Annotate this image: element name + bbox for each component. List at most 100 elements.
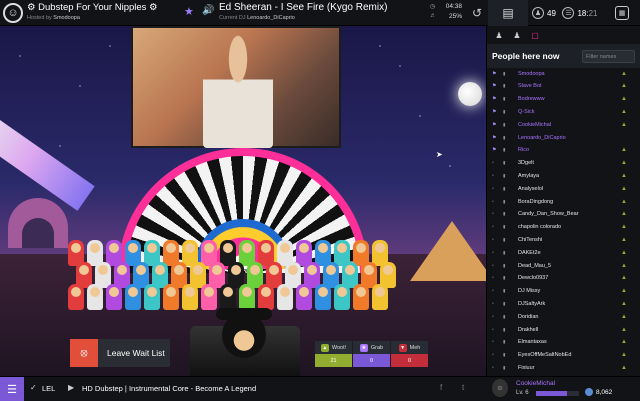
woot-count: 21 — [315, 354, 352, 367]
points-icon — [585, 388, 593, 396]
user-row[interactable]: ⚑ ▮ Bodrewww ▲ — [487, 94, 640, 105]
woot-indicator-icon: ▲ — [621, 172, 627, 179]
audience-avatar[interactable] — [353, 284, 369, 310]
audience-avatar[interactable] — [277, 284, 293, 310]
staff-rank-icon: ⚑ — [492, 147, 497, 154]
volume-level[interactable]: 25% — [440, 13, 462, 23]
room-info[interactable]: ⚙ Dubstep For Your Nipples ⚙ Hosted by S… — [27, 0, 177, 26]
user-row[interactable]: • ▮ DJ Missy ▲ — [487, 286, 640, 297]
user-row[interactable]: ⚑ ▮ Smodoopa ▲ — [487, 68, 640, 79]
user-row[interactable]: • ▮ BoraDingdong ▲ — [487, 196, 640, 207]
playlist-menu-icon: ☰ — [7, 383, 17, 396]
audience-avatar[interactable] — [68, 284, 84, 310]
user-name: Analyselol — [518, 185, 544, 192]
settings-icon: ▦ — [615, 6, 629, 20]
woot-indicator-icon: ▲ — [621, 364, 627, 371]
playlist-name[interactable]: LEL — [42, 384, 55, 393]
filter-names-input[interactable] — [582, 50, 635, 63]
user-row[interactable]: • ▮ ChiTenshi ▲ — [487, 234, 640, 245]
waitlist-tab[interactable]: ☰ 18:21 — [560, 0, 600, 26]
audience-avatar[interactable] — [372, 284, 388, 310]
user-rank-icon: • — [492, 326, 494, 333]
audience-avatar[interactable] — [106, 284, 122, 310]
dj-avatar[interactable] — [222, 312, 266, 358]
audience-avatar[interactable] — [315, 284, 331, 310]
woot-indicator-icon: ▲ — [621, 326, 627, 333]
my-username[interactable]: CookieMichal — [516, 380, 555, 387]
user-row[interactable]: • ▮ 3Dgelt ▲ — [487, 158, 640, 169]
host-name[interactable]: Smodoopa — [53, 15, 80, 21]
user-name: Dewclo0937 — [518, 275, 549, 282]
chat-icon: ▤ — [502, 6, 514, 20]
staff-rank-icon: ⚑ — [492, 108, 497, 115]
audience-avatar[interactable] — [334, 284, 350, 310]
current-dj-name[interactable]: Lenoardo_DiCaprio — [247, 15, 295, 21]
audience-avatar[interactable] — [296, 284, 312, 310]
meh-button[interactable]: ▼ Meh 0 — [391, 341, 428, 367]
people-header: People here now — [487, 44, 640, 68]
woot-indicator-icon: ▲ — [621, 211, 627, 218]
level-badge-icon: ▮ — [503, 211, 506, 217]
twitter-icon[interactable]: t — [462, 383, 464, 392]
meh-label: Meh — [409, 344, 421, 351]
user-row[interactable]: • ▮ Amylaya ▲ — [487, 170, 640, 181]
user-row[interactable]: • ▮ Dewclo0937 ▲ — [487, 273, 640, 284]
audience-avatar[interactable] — [87, 284, 103, 310]
user-row[interactable]: • ▮ Fixiuur ▲ — [487, 362, 640, 373]
audience-avatar[interactable] — [182, 284, 198, 310]
user-name: Smodoopa — [518, 70, 545, 77]
volume-icon[interactable]: 🔊 — [202, 5, 216, 19]
woot-indicator-icon: ▲ — [621, 300, 627, 307]
audience-avatar[interactable] — [201, 284, 217, 310]
audience-avatar[interactable] — [125, 284, 141, 310]
settings-button[interactable]: ▦ — [604, 0, 640, 26]
history-icon[interactable]: ↺ — [466, 0, 488, 26]
woot-indicator-icon: ▲ — [621, 185, 627, 192]
sidebar-tabs: ♟ ♟ ▢ — [487, 26, 640, 44]
user-name: Doridian — [518, 313, 539, 320]
user-row[interactable]: • ▮ EyesOffMeSaltNobEd ▲ — [487, 350, 640, 361]
favorite-star-icon[interactable]: ★ — [184, 5, 194, 19]
level-badge-icon: ▮ — [503, 364, 506, 370]
level-badge-icon: ▮ — [503, 134, 506, 140]
user-row[interactable]: ⚑ ▮ Rico ▲ — [487, 145, 640, 156]
user-row[interactable]: • ▮ Drakhell ▲ — [487, 324, 640, 335]
room-users-tab-icon[interactable]: ♟ — [493, 31, 505, 40]
user-row[interactable]: ⚑ ▮ CookieMichal ▲ — [487, 119, 640, 130]
ignored-tab-icon[interactable]: ▢ — [529, 31, 541, 40]
video-player[interactable] — [131, 26, 341, 148]
user-row[interactable]: ⚑ ▮ Slave Bot ▲ — [487, 81, 640, 92]
level-badge-icon: ▮ — [503, 339, 506, 345]
user-row[interactable]: • ▮ Candy_Dan_Show_Bear ▲ — [487, 209, 640, 220]
user-rank-icon: • — [492, 300, 494, 307]
user-row[interactable]: • ▮ Doridian ▲ — [487, 311, 640, 322]
user-row[interactable]: • ▮ Analyselol ▲ — [487, 183, 640, 194]
audience-avatar[interactable] — [239, 284, 255, 310]
user-row[interactable]: ⚑ ▮ Q-Sick ▲ — [487, 106, 640, 117]
woot-indicator-icon: ▲ — [621, 288, 627, 295]
user-row[interactable]: • ▮ Dead_Mau_5 ▲ — [487, 260, 640, 271]
user-name: Bodrewww — [518, 96, 545, 103]
leave-waitlist-button[interactable]: ⦻ Leave Wait List — [70, 339, 170, 367]
woot-button[interactable]: ▲ Woot! 21 — [315, 341, 352, 367]
audience-avatar[interactable] — [258, 284, 274, 310]
woot-indicator-icon: ▲ — [621, 275, 627, 282]
grab-button[interactable]: ★ Grab 0 — [353, 341, 390, 367]
user-row[interactable]: • ▮ DJSaltyArk ▲ — [487, 298, 640, 309]
leave-waitlist-label: Leave Wait List — [107, 348, 165, 358]
top-bar: ☺ ⚙ Dubstep For Your Nipples ⚙ Hosted by… — [0, 0, 640, 26]
playlist-menu-button[interactable]: ☰ — [0, 377, 24, 401]
audience-avatar[interactable] — [163, 284, 179, 310]
chat-tab[interactable]: ▤ — [488, 0, 528, 26]
audience-avatar[interactable] — [220, 284, 236, 310]
users-tab[interactable]: ♟ 49 — [528, 0, 560, 26]
user-row[interactable]: • ▮ chapolin colorado ▲ — [487, 222, 640, 233]
user-row[interactable]: • ▮ Elmantaxas ▲ — [487, 337, 640, 348]
audience-avatar[interactable] — [144, 284, 160, 310]
my-avatar[interactable]: ☺ — [492, 379, 508, 397]
room-logo-icon[interactable]: ☺ — [3, 3, 23, 23]
user-row[interactable]: ⚑ ▮ Lenoardo_DiCaprio — [487, 132, 640, 143]
friends-tab-icon[interactable]: ♟ — [511, 31, 523, 40]
facebook-icon[interactable]: f — [440, 383, 442, 392]
user-row[interactable]: • ▮ DAKEt2e ▲ — [487, 247, 640, 258]
